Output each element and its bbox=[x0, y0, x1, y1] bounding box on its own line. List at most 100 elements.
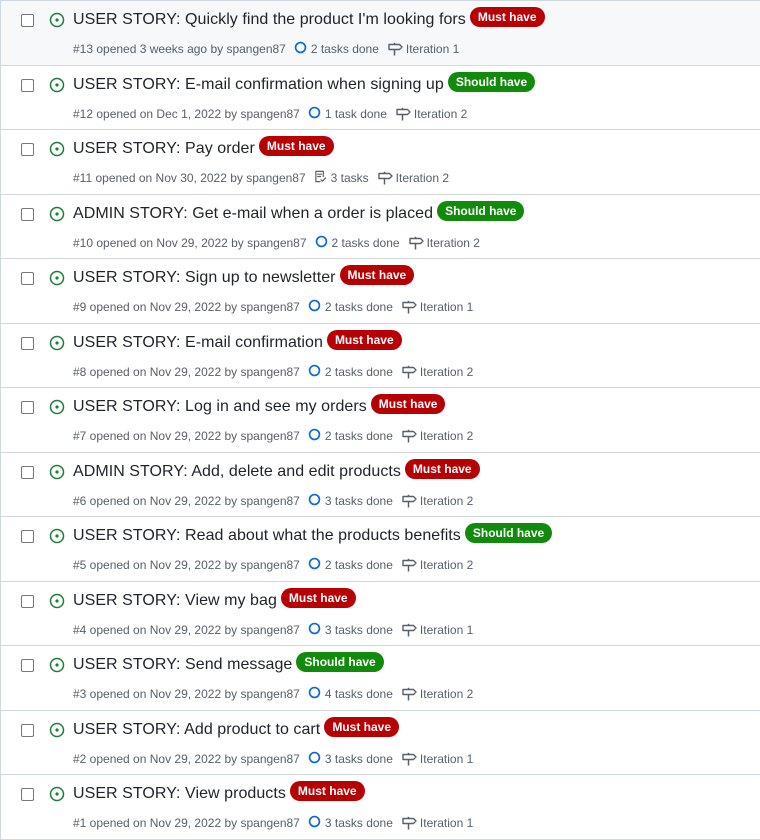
select-checkbox[interactable] bbox=[21, 401, 34, 414]
select-checkbox[interactable] bbox=[21, 530, 34, 543]
select-checkbox[interactable] bbox=[21, 788, 34, 801]
issue-row-4[interactable]: USER STORY: Sign up to newsletter Must h… bbox=[1, 259, 760, 324]
milestone-icon bbox=[402, 752, 417, 765]
issue-milestone[interactable]: Iteration 1 bbox=[406, 42, 459, 56]
progress-circle-icon bbox=[308, 364, 321, 376]
select-checkbox[interactable] bbox=[21, 78, 34, 92]
milestone-icon bbox=[402, 687, 417, 701]
issue-label[interactable]: Must have bbox=[469, 7, 545, 27]
issue-meta: #7 opened on Nov 29, 2022 by spangen87 2… bbox=[73, 428, 473, 444]
progress-circle-icon bbox=[308, 106, 321, 118]
issue-meta: #3 opened on Nov 29, 2022 by spangen87 4… bbox=[73, 686, 473, 702]
issue-tasks: 2 tasks done bbox=[324, 429, 393, 443]
issue-milestone[interactable]: Iteration 2 bbox=[420, 558, 473, 572]
milestone-icon bbox=[402, 429, 417, 443]
issue-milestone[interactable]: Iteration 1 bbox=[420, 300, 473, 314]
issue-open-icon bbox=[49, 657, 65, 673]
select-checkbox[interactable] bbox=[21, 14, 34, 27]
issue-open-icon bbox=[49, 335, 65, 350]
milestone-icon bbox=[402, 300, 417, 314]
progress-circle-icon bbox=[308, 686, 321, 699]
select-checkbox[interactable] bbox=[21, 207, 34, 221]
select-checkbox[interactable] bbox=[21, 465, 34, 479]
issue-row-3[interactable]: ADMIN STORY: Get e-mail when a order is … bbox=[1, 194, 760, 259]
issue-label[interactable]: Should have bbox=[447, 71, 536, 92]
issue-title[interactable]: USER STORY: View my bag bbox=[73, 592, 277, 610]
issue-milestone[interactable]: Iteration 2 bbox=[396, 171, 449, 185]
issue-title[interactable]: USER STORY: Quickly find the product I'm… bbox=[73, 11, 466, 29]
issue-row-9[interactable]: USER STORY: View my bag Must have #4 ope… bbox=[1, 581, 760, 646]
issue-label[interactable]: Must have bbox=[404, 458, 480, 479]
issue-milestone[interactable]: Iteration 2 bbox=[420, 494, 473, 508]
issue-label[interactable]: Must have bbox=[280, 587, 356, 608]
issue-label[interactable]: Should have bbox=[437, 200, 525, 221]
issue-row-11[interactable]: USER STORY: Add product to cart Must hav… bbox=[1, 710, 760, 775]
issue-meta: #6 opened on Nov 29, 2022 by spangen87 3… bbox=[73, 493, 473, 509]
select-checkbox[interactable] bbox=[21, 272, 34, 285]
issue-row-1[interactable]: USER STORY: E-mail confirmation when sig… bbox=[1, 65, 760, 130]
select-checkbox[interactable] bbox=[21, 336, 34, 350]
issue-title[interactable]: USER STORY: Log in and see my orders bbox=[73, 398, 367, 416]
issue-meta: #13 opened 3 weeks ago by spangen87 2 ta… bbox=[73, 41, 459, 57]
issue-label[interactable]: Should have bbox=[464, 523, 553, 543]
issue-milestone[interactable]: Iteration 1 bbox=[420, 816, 473, 830]
issue-label[interactable]: Must have bbox=[339, 265, 415, 285]
select-checkbox[interactable] bbox=[21, 723, 34, 737]
issue-label[interactable]: Must have bbox=[370, 394, 446, 414]
issue-title[interactable]: USER STORY: Read about what the products… bbox=[73, 527, 461, 545]
milestone-icon bbox=[402, 494, 417, 507]
issue-opened-info: #10 opened on Nov 29, 2022 by spangen87 bbox=[73, 235, 307, 250]
issue-milestone[interactable]: Iteration 1 bbox=[420, 623, 473, 637]
select-checkbox[interactable] bbox=[21, 143, 34, 156]
issue-opened-info: #13 opened 3 weeks ago by spangen87 bbox=[73, 42, 286, 56]
issue-row-8[interactable]: USER STORY: Read about what the products… bbox=[1, 517, 760, 582]
issue-label[interactable]: Must have bbox=[326, 329, 402, 350]
issue-milestone[interactable]: Iteration 2 bbox=[420, 365, 473, 379]
issue-meta: #4 opened on Nov 29, 2022 by spangen87 3… bbox=[73, 622, 473, 638]
issue-row-7[interactable]: ADMIN STORY: Add, delete and edit produc… bbox=[1, 452, 760, 517]
issue-open-icon bbox=[49, 593, 65, 608]
issue-meta: #1 opened on Nov 29, 2022 by spangen87 3… bbox=[73, 815, 473, 831]
issue-title[interactable]: USER STORY: Pay order bbox=[73, 140, 255, 158]
milestone-icon bbox=[408, 236, 424, 249]
issue-title[interactable]: ADMIN STORY: Get e-mail when a order is … bbox=[73, 205, 433, 223]
issue-meta: #12 opened on Dec 1, 2022 by spangen87 1… bbox=[73, 106, 467, 122]
issue-label[interactable]: Should have bbox=[296, 652, 384, 672]
issue-milestone[interactable]: Iteration 1 bbox=[420, 752, 473, 766]
issue-title[interactable]: USER STORY: Send message bbox=[73, 656, 292, 674]
select-checkbox[interactable] bbox=[21, 594, 34, 608]
milestone-icon bbox=[396, 107, 411, 120]
issue-label[interactable]: Must have bbox=[324, 716, 399, 737]
issue-milestone[interactable]: Iteration 2 bbox=[427, 236, 480, 250]
milestone-icon bbox=[402, 623, 417, 636]
issue-milestone[interactable]: Iteration 2 bbox=[420, 429, 473, 443]
progress-circle-icon bbox=[308, 428, 321, 441]
select-checkbox[interactable] bbox=[21, 659, 34, 672]
issue-meta: #5 opened on Nov 29, 2022 by spangen87 2… bbox=[73, 557, 473, 573]
issue-row-0[interactable]: USER STORY: Quickly find the product I'm… bbox=[1, 1, 760, 66]
issue-title[interactable]: USER STORY: E-mail confirmation bbox=[73, 334, 323, 352]
issue-list: USER STORY: Quickly find the product I'm… bbox=[0, 0, 760, 840]
issue-open-icon bbox=[49, 77, 65, 92]
issue-label[interactable]: Must have bbox=[258, 136, 334, 156]
issue-row-10[interactable]: USER STORY: Send message Should have #3 … bbox=[1, 646, 760, 711]
issue-row-6[interactable]: USER STORY: Log in and see my orders Mus… bbox=[1, 388, 760, 453]
issue-tasks: 2 tasks done bbox=[324, 558, 393, 572]
issue-row-12[interactable]: USER STORY: View products Must have #1 o… bbox=[1, 775, 760, 840]
issue-tasks: 3 tasks bbox=[330, 171, 369, 185]
issue-milestone[interactable]: Iteration 2 bbox=[420, 687, 473, 701]
progress-circle-icon bbox=[308, 815, 321, 828]
issue-row-5[interactable]: USER STORY: E-mail confirmation Must hav… bbox=[1, 323, 760, 388]
issue-title[interactable]: USER STORY: E-mail confirmation when sig… bbox=[73, 76, 444, 94]
issue-title[interactable]: USER STORY: View products bbox=[73, 785, 286, 803]
issue-label[interactable]: Must have bbox=[289, 781, 365, 801]
issue-opened-info: #11 opened on Nov 30, 2022 by spangen87 bbox=[73, 171, 306, 185]
issue-title[interactable]: USER STORY: Sign up to newsletter bbox=[73, 269, 336, 287]
milestone-icon bbox=[388, 42, 403, 56]
issue-row-2[interactable]: USER STORY: Pay order Must have #11 open… bbox=[1, 130, 760, 195]
issue-milestone[interactable]: Iteration 2 bbox=[414, 107, 467, 121]
issue-tasks: 2 tasks done bbox=[324, 300, 393, 314]
issue-title[interactable]: ADMIN STORY: Add, delete and edit produc… bbox=[73, 463, 401, 481]
issue-opened-info: #4 opened on Nov 29, 2022 by spangen87 bbox=[73, 622, 300, 637]
issue-title[interactable]: USER STORY: Add product to cart bbox=[73, 721, 320, 739]
